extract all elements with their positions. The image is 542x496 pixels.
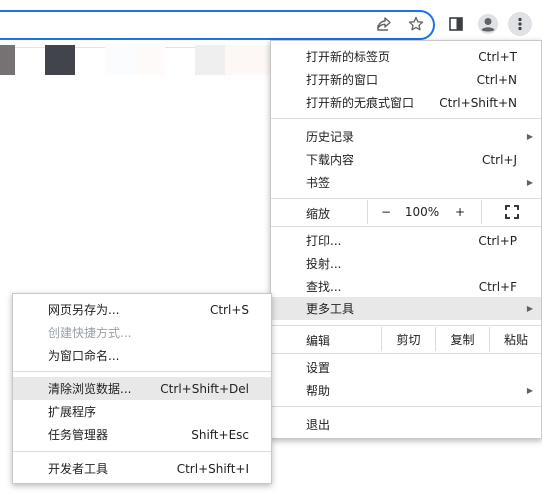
star-icon[interactable] xyxy=(404,12,428,36)
menu-item-shortcut: Ctrl+Shift+N xyxy=(439,95,517,110)
menu-item-shortcut: Ctrl+S xyxy=(209,302,249,317)
thumbnail-block xyxy=(225,45,270,75)
menu-item-shortcut: Ctrl+Shift+I xyxy=(176,461,249,476)
zoom-divider xyxy=(481,200,482,224)
menu-item-print[interactable]: 打印... Ctrl+P xyxy=(271,229,541,252)
menu-separator xyxy=(271,226,541,227)
zoom-level: 100% xyxy=(404,205,440,219)
address-bar[interactable] xyxy=(0,10,435,40)
menu-item-exit[interactable]: 退出 xyxy=(271,413,541,436)
menu-item-label: 退出 xyxy=(306,418,331,432)
chevron-right-icon: ▶ xyxy=(526,386,533,395)
thumbnail-block xyxy=(195,45,225,75)
copy-button[interactable]: 复制 xyxy=(435,327,489,351)
menu-item-bookmarks[interactable]: 书签 ▶ xyxy=(271,171,541,194)
menu-item-label: 打开新的窗口 xyxy=(306,73,379,87)
chevron-right-icon: ▶ xyxy=(526,178,533,187)
cut-button[interactable]: 剪切 xyxy=(381,327,435,351)
menu-item-shortcut: Ctrl+Shift+Del xyxy=(160,381,249,396)
menu-item-label: 帮助 xyxy=(306,384,331,398)
menu-item-shortcut: Ctrl+P xyxy=(478,233,517,248)
chevron-right-icon: ▶ xyxy=(526,304,533,313)
menu-item-label: 清除浏览数据... xyxy=(48,382,132,396)
menu-separator xyxy=(271,353,541,354)
more-vert-icon[interactable] xyxy=(508,12,532,36)
menu-item-find[interactable]: 查找... Ctrl+F xyxy=(271,275,541,298)
menu-item-new-incognito[interactable]: 打开新的无痕式窗口 Ctrl+Shift+N xyxy=(271,91,541,114)
thumbnail-block xyxy=(135,45,165,75)
menu-item-downloads[interactable]: 下载内容 Ctrl+J xyxy=(271,148,541,171)
edit-row: 编辑 剪切 复制 粘贴 xyxy=(271,327,541,351)
menu-item-label: 更多工具 xyxy=(306,302,355,316)
edit-label: 编辑 xyxy=(306,334,331,348)
menu-item-label: 打开新的无痕式窗口 xyxy=(306,96,415,110)
zoom-divider xyxy=(367,200,368,224)
submenu-item-dev-tools[interactable]: 开发者工具 Ctrl+Shift+I xyxy=(13,457,271,480)
menu-item-label: 查找... xyxy=(306,280,342,294)
menu-item-label: 扩展程序 xyxy=(48,405,97,419)
submenu-item-create-shortcut: 创建快捷方式... xyxy=(13,321,271,344)
thumbnail-block xyxy=(0,45,15,75)
share-icon[interactable] xyxy=(372,12,396,36)
menu-item-label: 任务管理器 xyxy=(48,428,109,442)
menu-separator xyxy=(13,451,271,452)
menu-item-shortcut: Ctrl+N xyxy=(476,72,517,87)
more-tools-submenu: 网页另存为... Ctrl+S 创建快捷方式... 为窗口命名... 清除浏览数… xyxy=(12,293,272,484)
menu-item-label: 设置 xyxy=(306,361,331,375)
zoom-out-button[interactable]: − xyxy=(371,200,401,224)
menu-separator xyxy=(271,406,541,407)
menu-item-label: 下载内容 xyxy=(306,153,355,167)
chevron-right-icon: ▶ xyxy=(526,132,533,141)
menu-item-cast[interactable]: 投射... xyxy=(271,252,541,275)
menu-item-help[interactable]: 帮助 ▶ xyxy=(271,379,541,402)
menu-item-new-window[interactable]: 打开新的窗口 Ctrl+N xyxy=(271,68,541,91)
menu-separator xyxy=(13,371,271,372)
menu-item-shortcut: Ctrl+J xyxy=(482,152,517,167)
zoom-row: 缩放 − 100% + xyxy=(271,200,541,224)
submenu-item-extensions[interactable]: 扩展程序 xyxy=(13,400,271,423)
menu-item-label: 历史记录 xyxy=(306,130,355,144)
menu-item-label: 开发者工具 xyxy=(48,462,109,476)
menu-item-shortcut: Shift+Esc xyxy=(191,427,249,442)
menu-item-label: 为窗口命名... xyxy=(48,349,120,363)
menu-item-label: 打印... xyxy=(306,234,342,248)
profile-icon[interactable] xyxy=(476,12,500,36)
zoom-label: 缩放 xyxy=(306,207,331,221)
menu-separator xyxy=(271,118,541,119)
menu-item-shortcut: Ctrl+F xyxy=(478,279,517,294)
menu-separator xyxy=(271,198,541,199)
thumbnail-block xyxy=(45,45,75,75)
submenu-item-save-page[interactable]: 网页另存为... Ctrl+S xyxy=(13,298,271,321)
paste-button[interactable]: 粘贴 xyxy=(489,327,542,351)
submenu-item-task-manager[interactable]: 任务管理器 Shift+Esc xyxy=(13,423,271,446)
menu-item-label: 创建快捷方式... xyxy=(48,326,132,340)
thumbnail-block xyxy=(105,45,135,75)
menu-item-label: 网页另存为... xyxy=(48,303,120,317)
submenu-item-name-window[interactable]: 为窗口命名... xyxy=(13,344,271,367)
side-panel-icon[interactable] xyxy=(444,12,468,36)
menu-item-shortcut: Ctrl+T xyxy=(478,49,517,64)
menu-item-label: 打开新的标签页 xyxy=(306,50,391,64)
menu-item-new-tab[interactable]: 打开新的标签页 Ctrl+T xyxy=(271,45,541,68)
menu-item-label: 书签 xyxy=(306,176,331,190)
zoom-in-button[interactable]: + xyxy=(445,200,475,224)
menu-item-more-tools[interactable]: 更多工具 ▶ xyxy=(271,297,541,320)
submenu-item-clear-data[interactable]: 清除浏览数据... Ctrl+Shift+Del xyxy=(13,377,271,400)
menu-separator xyxy=(271,325,541,326)
chrome-main-menu: 打开新的标签页 Ctrl+T 打开新的窗口 Ctrl+N 打开新的无痕式窗口 C… xyxy=(270,40,542,439)
menu-item-history[interactable]: 历史记录 ▶ xyxy=(271,125,541,148)
fullscreen-icon[interactable] xyxy=(497,200,527,224)
menu-item-label: 投射... xyxy=(306,257,342,271)
menu-item-settings[interactable]: 设置 xyxy=(271,356,541,379)
